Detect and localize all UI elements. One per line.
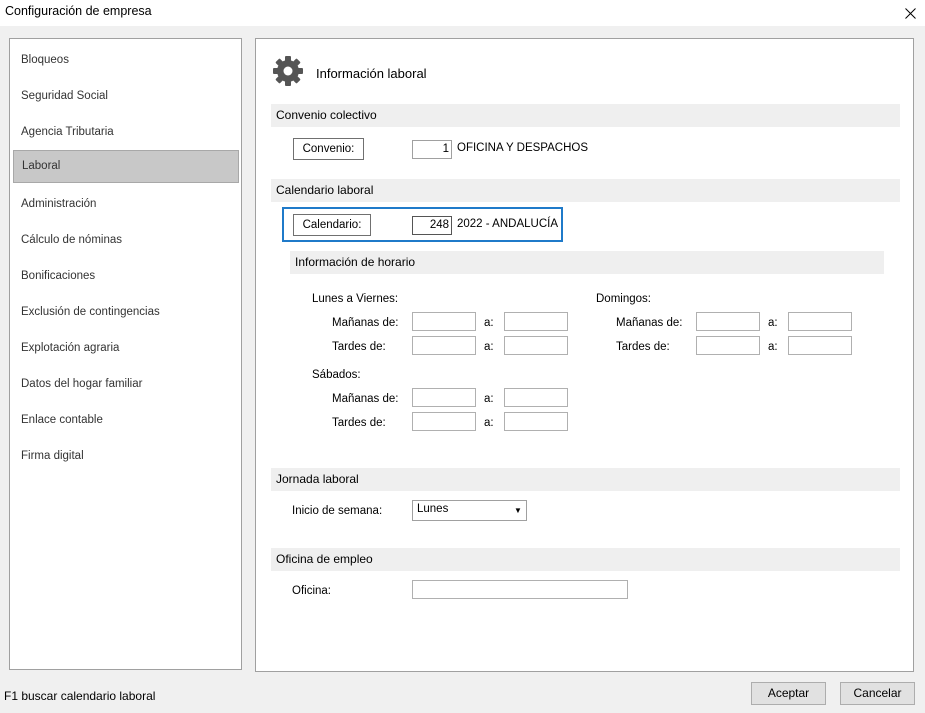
section-jornada-laboral: Jornada laboral	[271, 468, 900, 491]
sidebar-item-bonificaciones[interactable]: Bonificaciones	[13, 260, 239, 292]
office-label: Oficina:	[292, 585, 331, 597]
sidebar-item-laboral[interactable]: Laboral	[13, 150, 239, 183]
window-title: Configuración de empresa	[5, 4, 152, 18]
sidebar: Bloqueos Seguridad Social Agencia Tribut…	[9, 38, 242, 670]
weekdays-afternoons-label: Tardes de:	[332, 341, 386, 353]
calendario-description: 2022 - ANDALUCÍA	[457, 218, 558, 230]
config-window: Configuración de empresa Bloqueos Seguri…	[0, 0, 925, 713]
sidebar-item-seguridad-social[interactable]: Seguridad Social	[13, 80, 239, 112]
week-start-label: Inicio de semana:	[292, 505, 383, 517]
saturdays-afternoon-from-input[interactable]	[412, 412, 476, 431]
sidebar-item-bloqueos[interactable]: Bloqueos	[13, 44, 239, 76]
week-start-select[interactable]: Lunes ▼	[412, 500, 527, 521]
main-panel: Información laboral Convenio colectivo C…	[255, 38, 914, 672]
close-button[interactable]	[895, 0, 925, 26]
saturdays-morning-to-input[interactable]	[504, 388, 568, 407]
close-icon	[904, 7, 916, 19]
gear-icon	[273, 56, 303, 86]
weekdays-mornings-label: Mañanas de:	[332, 317, 399, 329]
sundays-morning-to-input[interactable]	[788, 312, 852, 331]
sundays-afternoon-to-input[interactable]	[788, 336, 852, 355]
calendario-button[interactable]: Calendario:	[293, 214, 371, 236]
sidebar-item-administracion[interactable]: Administración	[13, 188, 239, 220]
section-oficina-empleo: Oficina de empleo	[271, 548, 900, 571]
to-label: a:	[484, 417, 494, 429]
to-label: a:	[484, 393, 494, 405]
to-label: a:	[768, 317, 778, 329]
sidebar-item-exclusion-contingencias[interactable]: Exclusión de contingencias	[13, 296, 239, 328]
convenio-code-input[interactable]: 1	[412, 140, 452, 159]
sidebar-item-explotacion-agraria[interactable]: Explotación agraria	[13, 332, 239, 364]
status-bar-text: F1 buscar calendario laboral	[4, 689, 156, 703]
section-calendario-laboral: Calendario laboral	[271, 179, 900, 202]
weekdays-label: Lunes a Viernes:	[312, 293, 399, 305]
to-label: a:	[484, 341, 494, 353]
accept-button[interactable]: Aceptar	[751, 682, 826, 705]
weekdays-morning-from-input[interactable]	[412, 312, 476, 331]
sundays-afternoons-label: Tardes de:	[616, 341, 670, 353]
saturdays-afternoon-to-input[interactable]	[504, 412, 568, 431]
convenio-button[interactable]: Convenio:	[293, 138, 364, 160]
section-informacion-horario: Información de horario	[290, 251, 884, 274]
saturdays-afternoons-label: Tardes de:	[332, 417, 386, 429]
saturdays-label: Sábados:	[312, 369, 361, 381]
to-label: a:	[768, 341, 778, 353]
calendario-code-input[interactable]: 248	[412, 216, 452, 235]
sidebar-item-calculo-nominas[interactable]: Cálculo de nóminas	[13, 224, 239, 256]
saturdays-mornings-label: Mañanas de:	[332, 393, 399, 405]
weekdays-afternoon-from-input[interactable]	[412, 336, 476, 355]
title-bar: Configuración de empresa	[0, 0, 925, 26]
cancel-button[interactable]: Cancelar	[840, 682, 915, 705]
office-input[interactable]	[412, 580, 628, 599]
section-convenio-colectivo: Convenio colectivo	[271, 104, 900, 127]
sidebar-item-enlace-contable[interactable]: Enlace contable	[13, 404, 239, 436]
sidebar-item-agencia-tributaria[interactable]: Agencia Tributaria	[13, 116, 239, 148]
to-label: a:	[484, 317, 494, 329]
sidebar-item-datos-hogar-familiar[interactable]: Datos del hogar familiar	[13, 368, 239, 400]
sundays-label: Domingos:	[596, 293, 651, 305]
convenio-description: OFICINA Y DESPACHOS	[457, 142, 589, 154]
week-start-value: Lunes	[417, 503, 449, 515]
page-title: Información laboral	[316, 66, 427, 81]
sundays-afternoon-from-input[interactable]	[696, 336, 760, 355]
weekdays-afternoon-to-input[interactable]	[504, 336, 568, 355]
saturdays-morning-from-input[interactable]	[412, 388, 476, 407]
sundays-morning-from-input[interactable]	[696, 312, 760, 331]
sundays-mornings-label: Mañanas de:	[616, 317, 683, 329]
weekdays-morning-to-input[interactable]	[504, 312, 568, 331]
sidebar-item-firma-digital[interactable]: Firma digital	[13, 440, 239, 472]
chevron-down-icon: ▼	[514, 506, 522, 515]
